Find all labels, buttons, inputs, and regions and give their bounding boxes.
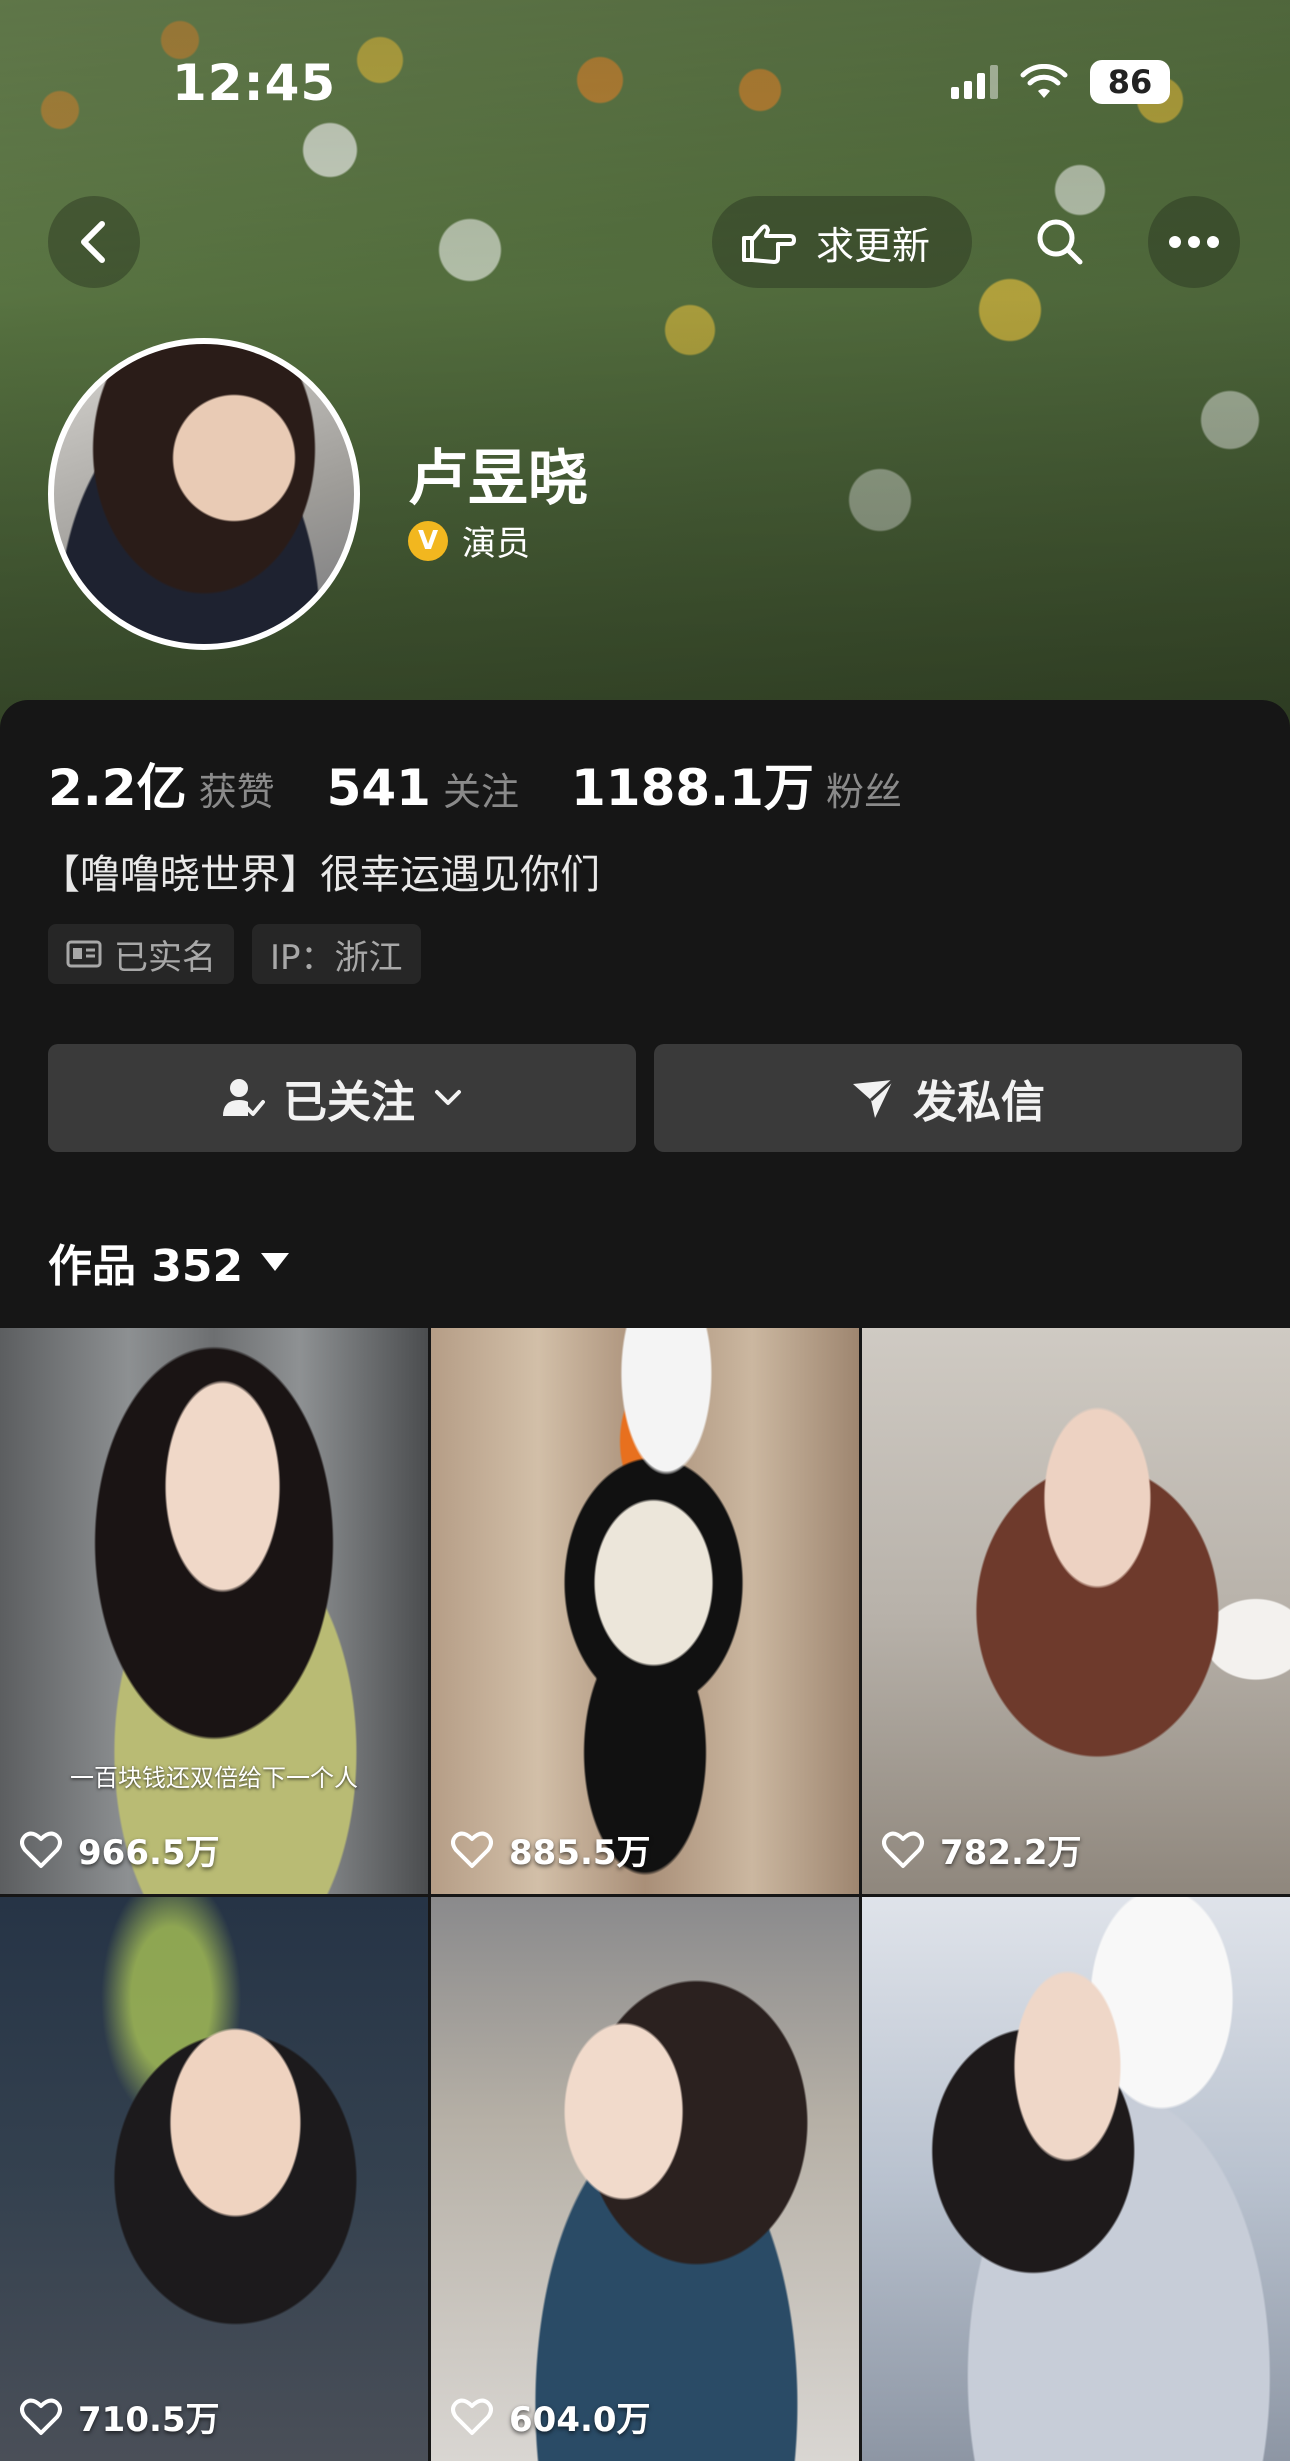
stat-label: 获赞 [198, 770, 275, 814]
send-message-label: 发私信 [913, 1077, 1045, 1128]
search-button[interactable] [1014, 196, 1106, 288]
works-label: 作品 352 [48, 1241, 244, 1292]
heart-icon [451, 1831, 493, 1868]
verification-row: V 演员 [408, 516, 530, 565]
avatar[interactable] [48, 338, 360, 650]
video-tile[interactable]: 604.0万 [431, 1897, 859, 2461]
likes-count: 885.5万 [509, 1833, 651, 1873]
more-button[interactable] [1148, 196, 1240, 288]
heart-icon [882, 1831, 924, 1868]
stat-label: 粉丝 [825, 770, 902, 814]
profile-name: 卢昱晓 [408, 444, 588, 514]
request-update-button[interactable]: 求更新 [712, 196, 972, 288]
video-tile[interactable]: 710.5万 [0, 1897, 428, 2461]
request-update-label: 求更新 [816, 223, 931, 268]
likes-count: 782.2万 [940, 1833, 1082, 1873]
send-message-button[interactable]: 发私信 [654, 1044, 1242, 1152]
caret-down-icon [261, 1253, 290, 1271]
following-button[interactable]: 已关注 [48, 1044, 636, 1152]
video-grid: 一百块钱还双倍给下一个人 966.5万 885.5万 782.2万 710.5万… [0, 1328, 1290, 2461]
status-icons: 86 [951, 60, 1170, 104]
stat-value: 2.2亿 [48, 759, 187, 817]
stat-likes[interactable]: 2.2亿 获赞 [48, 748, 275, 820]
profile-bio: 【噜噜晓世界】很幸运遇见你们 [40, 852, 600, 898]
profile-page: 12:45 86 求更新 卢昱晓 V 演员 2.2亿 获赞 541 关注 118… [0, 0, 1290, 2461]
user-check-icon [223, 1079, 265, 1116]
stat-value: 541 [326, 759, 431, 817]
video-tile[interactable]: 885.5万 [431, 1328, 859, 1894]
cellular-signal-icon [951, 65, 998, 99]
chevron-down-icon [435, 1090, 461, 1105]
tag-label: IP：浙江 [270, 937, 403, 978]
video-tile[interactable] [862, 1897, 1290, 2461]
video-likes: 710.5万 [20, 2392, 220, 2441]
video-caption: 一百块钱还双倍给下一个人 [70, 1764, 358, 1792]
video-tile[interactable]: 一百块钱还双倍给下一个人 966.5万 [0, 1328, 428, 1894]
stat-value: 1188.1万 [570, 759, 814, 817]
battery-indicator: 86 [1090, 60, 1170, 104]
status-time: 12:45 [172, 54, 337, 112]
verified-badge-icon: V [408, 520, 448, 561]
video-likes: 604.0万 [451, 2392, 651, 2441]
stat-followers[interactable]: 1188.1万 粉丝 [571, 748, 902, 820]
paper-plane-icon [853, 1078, 895, 1118]
video-likes: 885.5万 [451, 1825, 651, 1874]
heart-icon [20, 2398, 62, 2435]
hand-pointing-icon [742, 224, 796, 264]
heart-icon [451, 2398, 493, 2435]
tag-label: 已实名 [114, 937, 216, 978]
following-label: 已关注 [283, 1077, 415, 1128]
works-tab[interactable]: 作品 352 [48, 1230, 290, 1294]
wifi-icon [1020, 64, 1068, 98]
stat-following[interactable]: 541 关注 [327, 759, 519, 817]
back-button[interactable] [48, 196, 140, 288]
more-dots-icon [1169, 236, 1219, 248]
likes-count: 604.0万 [509, 2400, 651, 2440]
verification-label: 演员 [462, 524, 530, 564]
likes-count: 966.5万 [78, 1833, 220, 1873]
tag-real-name: 已实名 [48, 924, 234, 984]
stats-row: 2.2亿 获赞 541 关注 1188.1万 粉丝 [48, 748, 954, 820]
tag-ip-location: IP：浙江 [252, 924, 421, 984]
id-card-icon [66, 940, 102, 968]
heart-icon [20, 1831, 62, 1868]
likes-count: 710.5万 [78, 2400, 220, 2440]
profile-tags: 已实名 IP：浙江 [48, 924, 421, 984]
chevron-left-icon [81, 221, 105, 263]
search-icon [1037, 219, 1083, 265]
profile-info-panel: 2.2亿 获赞 541 关注 1188.1万 粉丝 【噜噜晓世界】很幸运遇见你们… [0, 700, 1290, 1328]
video-tile[interactable]: 782.2万 [862, 1328, 1290, 1894]
stat-label: 关注 [442, 770, 519, 814]
video-likes: 782.2万 [882, 1825, 1082, 1874]
video-likes: 966.5万 [20, 1825, 220, 1874]
